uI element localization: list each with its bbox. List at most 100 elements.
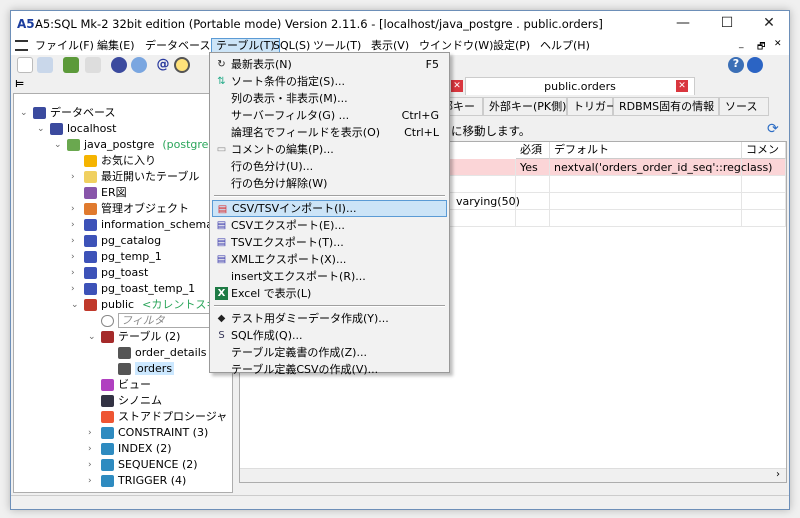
maximize-button[interactable]: ☐ — [709, 13, 745, 33]
cell-type[interactable] — [452, 176, 516, 193]
cell-default[interactable] — [550, 193, 742, 210]
close-button[interactable]: ✕ — [751, 13, 787, 33]
tree-node[interactable]: フィルタ — [101, 313, 213, 329]
chevron-right-icon[interactable]: › — [71, 249, 81, 265]
menu-9[interactable]: ヘルプ(H) — [536, 38, 594, 54]
mdi-minimize-button[interactable]: _ — [739, 39, 744, 49]
database-icon[interactable] — [111, 57, 127, 73]
cell-comment[interactable] — [742, 176, 786, 193]
tree-node[interactable]: ER図 — [84, 185, 127, 201]
connect-icon[interactable] — [63, 57, 79, 73]
chevron-right-icon[interactable]: › — [71, 281, 81, 297]
tree-node[interactable]: お気に入り — [84, 153, 156, 169]
tree-node[interactable]: ⌄ テーブル (2) — [88, 329, 180, 345]
chevron-right-icon[interactable]: › — [71, 217, 81, 233]
chevron-right-icon[interactable]: › — [71, 201, 81, 217]
cell-default[interactable] — [550, 210, 742, 227]
chevron-right-icon[interactable]: › — [88, 473, 98, 489]
open-icon[interactable] — [37, 57, 53, 73]
chevron-down-icon[interactable]: ⌄ — [37, 121, 47, 137]
tree-node[interactable]: › INDEX (2) — [88, 441, 172, 457]
tree-node[interactable]: › TRIGGER (4) — [88, 473, 186, 489]
chevron-down-icon[interactable]: ⌄ — [20, 105, 30, 121]
menu-item[interactable]: ▤ CSVエクスポート(E)... — [212, 217, 447, 234]
chevron-right-icon[interactable]: › — [88, 457, 98, 473]
gear-icon[interactable] — [131, 57, 147, 73]
help-icon[interactable]: ? — [728, 57, 744, 73]
tree-node[interactable]: シノニム — [101, 393, 162, 409]
menu-item[interactable]: ▤ CSV/TSVインポート(I)... — [212, 200, 447, 217]
menu-item[interactable]: ▤ TSVエクスポート(T)... — [212, 234, 447, 251]
subtab-4[interactable]: ソース — [719, 97, 769, 116]
at-icon[interactable]: @ — [155, 57, 171, 73]
tab-public-orders[interactable]: public.orders ✕ — [465, 77, 695, 95]
filter-input[interactable]: フィルタ — [118, 313, 213, 328]
cell-comment[interactable] — [742, 193, 786, 210]
tree-node[interactable]: ストアドプロシージャ — [101, 409, 227, 425]
cell-type[interactable] — [452, 210, 516, 227]
minimize-button[interactable]: — — [665, 13, 701, 33]
cell-required[interactable]: Yes — [516, 159, 550, 176]
tree-node[interactable]: › pg_temp_1 — [71, 249, 162, 265]
cell-comment[interactable] — [742, 210, 786, 227]
tree-node[interactable]: › pg_toast_temp_1 — [71, 281, 195, 297]
cell-required[interactable] — [516, 210, 550, 227]
tree-node[interactable]: ⌄ java_postgre (postgres) — [54, 137, 218, 153]
web-icon[interactable] — [747, 57, 763, 73]
menu-item[interactable]: ◆ テスト用ダミーデータ作成(Y)... — [212, 310, 447, 327]
menu-1[interactable]: 編集(E) — [93, 38, 139, 54]
header-default[interactable]: デフォルト — [550, 142, 742, 159]
menu-item[interactable]: 行の色分け解除(W) — [212, 175, 447, 192]
cell-type[interactable]: varying(50) — [452, 193, 520, 210]
tree-node[interactable]: › SEQUENCE (2) — [88, 457, 198, 473]
menu-item[interactable]: 列の表示・非表示(M)... — [212, 90, 447, 107]
cell-required[interactable] — [516, 193, 550, 210]
header-comment[interactable]: コメント — [742, 142, 786, 172]
menu-item[interactable]: サーバーフィルタ(G) ... Ctrl+G — [212, 107, 447, 124]
chevron-down-icon[interactable]: ⌄ — [54, 137, 64, 153]
tree-node[interactable]: › 管理オブジェクト — [71, 201, 189, 217]
grid-menu-icon[interactable] — [15, 40, 28, 51]
tree-node[interactable]: › CONSTRAINT (3) — [88, 425, 208, 441]
tree-node[interactable]: › information_schema — [71, 217, 213, 233]
chevron-down-icon[interactable]: ⌄ — [88, 329, 98, 345]
menu-0[interactable]: ファイル(F) — [31, 38, 98, 54]
menu-item[interactable]: S SQL作成(Q)... — [212, 327, 447, 344]
clock-icon[interactable] — [174, 57, 190, 73]
tree-node[interactable]: ⌄ データベース — [20, 105, 115, 121]
menu-item[interactable]: テーブル定義CSVの作成(V)... — [212, 361, 447, 378]
menu-item[interactable]: 論理名でフィールドを表示(O) Ctrl+L — [212, 124, 447, 141]
subtab-1[interactable]: 外部キー(PK側) — [483, 97, 567, 116]
tree-node[interactable]: ⌄ localhost — [37, 121, 116, 137]
menu-8[interactable]: 設定(P) — [489, 38, 534, 54]
tab-close-icon[interactable]: ✕ — [676, 80, 688, 92]
menu-item[interactable]: ▭ コメントの編集(P)... — [212, 141, 447, 158]
cell-default[interactable] — [550, 176, 742, 193]
cell-default[interactable]: nextval('orders_order_id_seq'::regclass) — [550, 159, 772, 176]
mdi-restore-button[interactable]: 🗗 — [757, 39, 765, 55]
horizontal-scrollbar[interactable]: › — [240, 468, 786, 482]
menu-item[interactable]: insert文エクスポート(R)... — [212, 268, 447, 285]
menu-item[interactable]: ⇅ ソート条件の指定(S)... — [212, 73, 447, 90]
new-icon[interactable] — [17, 57, 33, 73]
menu-item[interactable]: テーブル定義書の作成(Z)... — [212, 344, 447, 361]
disconnect-icon[interactable] — [85, 57, 101, 73]
cell-required[interactable] — [516, 176, 550, 193]
tree-node[interactable]: ビュー — [101, 377, 151, 393]
tree-node[interactable]: order_details — [118, 345, 206, 361]
chevron-right-icon[interactable]: › — [88, 441, 98, 457]
tree-node[interactable]: orders — [118, 361, 175, 377]
cell-type[interactable] — [452, 159, 516, 176]
menu-item[interactable]: ↻ 最新表示(N) F5 — [212, 56, 447, 73]
chevron-right-icon[interactable]: › — [88, 425, 98, 441]
tree-node[interactable]: › pg_toast — [71, 265, 148, 281]
chevron-right-icon[interactable]: › — [71, 233, 81, 249]
header-required[interactable]: 必須 — [516, 142, 550, 159]
tree-node[interactable]: › 最近開いたテーブル — [71, 169, 199, 185]
chevron-right-icon[interactable]: › — [71, 265, 81, 281]
menu-item[interactable]: ▤ XMLエクスポート(X)... — [212, 251, 447, 268]
tree-toggle-icon[interactable]: ⊨ — [15, 79, 24, 90]
chevron-right-icon[interactable]: › — [71, 169, 81, 185]
menu-item[interactable]: X Excel で表示(L) — [212, 285, 447, 302]
subtab-3[interactable]: RDBMS固有の情報 — [613, 97, 719, 116]
